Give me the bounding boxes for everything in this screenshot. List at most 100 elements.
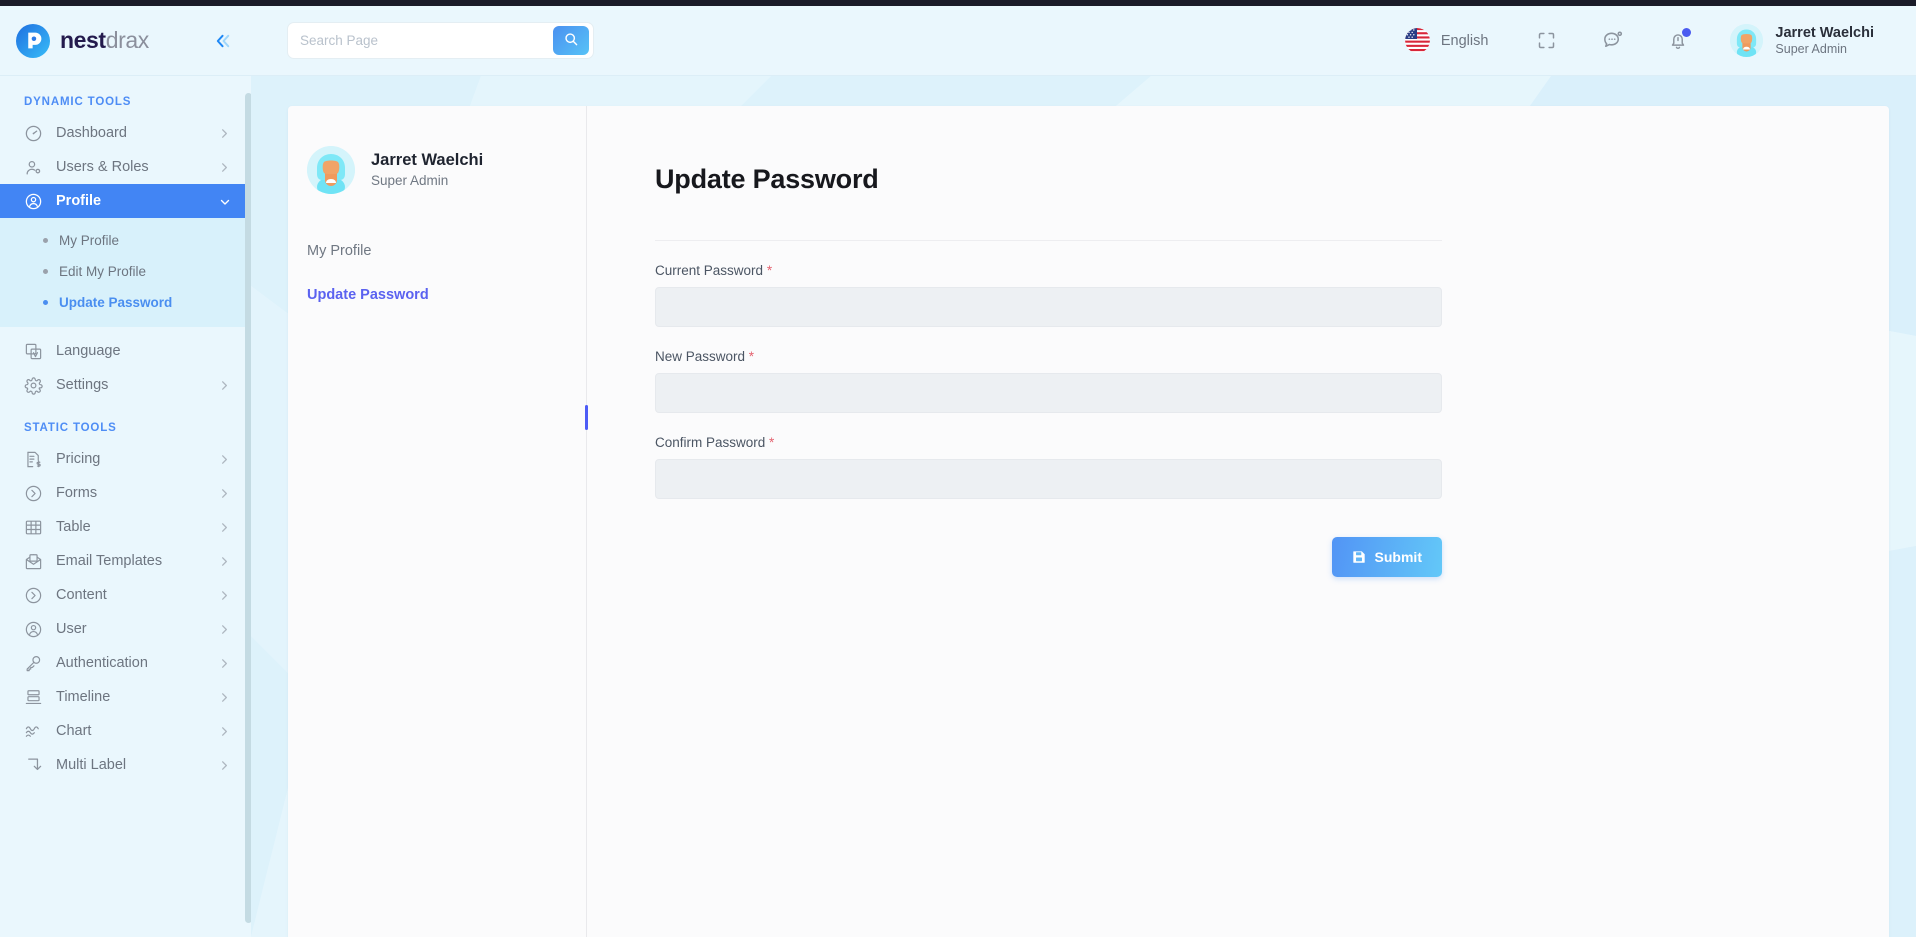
sidebar-item-label: Settings <box>56 377 109 393</box>
sidebar-subitem-update-password[interactable]: Update Password <box>0 287 251 318</box>
search-input[interactable] <box>288 23 553 58</box>
language-icon <box>24 342 43 361</box>
sidebar-item-label: Email Templates <box>56 553 163 569</box>
profile-icon <box>24 192 43 211</box>
header-user-info: Jarret Waelchi Super Admin <box>1775 24 1874 58</box>
chevron-right-icon <box>219 658 230 669</box>
notification-badge <box>1682 27 1692 37</box>
required-asterisk: * <box>769 435 775 450</box>
user-icon <box>24 620 43 639</box>
field-label: New Password * <box>655 349 1442 364</box>
brand-name-bold: nest <box>60 27 106 53</box>
language-label: English <box>1440 32 1489 49</box>
chat-bubble-icon[interactable] <box>1598 27 1626 55</box>
new-password-input[interactable] <box>655 373 1442 413</box>
fullscreen-icon[interactable] <box>1532 27 1560 55</box>
confirm-password-input[interactable] <box>655 459 1442 499</box>
sidebar-section-static-tools: STATIC TOOLS <box>24 422 117 434</box>
sidebar-item-chart[interactable]: Chart <box>0 714 251 748</box>
sidebar-item-timeline[interactable]: Timeline <box>0 680 251 714</box>
nestdrax-logo-icon <box>16 23 50 58</box>
avatar <box>1730 24 1764 57</box>
update-password-form: Update Password Current Password * New P… <box>587 106 1889 937</box>
profile-nav: My Profile Update Password <box>288 229 587 317</box>
header-user-menu[interactable]: Jarret Waelchi Super Admin <box>1730 24 1874 58</box>
chevron-right-icon <box>219 726 230 737</box>
sidebar-item-user[interactable]: User <box>0 612 251 646</box>
sidebar-item-email-templates[interactable]: Email Templates <box>0 544 251 578</box>
sidebar-item-label: Profile <box>56 193 102 209</box>
sidebar-item-content[interactable]: Content <box>0 578 251 612</box>
sidebar-item-label: Timeline <box>56 689 111 705</box>
settings-icon <box>24 376 43 395</box>
language-selector[interactable]: English <box>1404 28 1489 53</box>
profile-summary: Jarret Waelchi Super Admin <box>288 146 587 194</box>
sidebar-item-label: Language <box>56 343 121 359</box>
search-box[interactable] <box>287 22 594 59</box>
avatar <box>307 146 355 194</box>
sidebar-item-table[interactable]: Table <box>0 510 251 544</box>
chevron-right-icon <box>219 454 230 465</box>
sidebar-item-label: Table <box>56 519 91 535</box>
chevron-double-left-icon[interactable] <box>214 33 233 49</box>
brand-name: nestdrax <box>60 27 149 54</box>
sidebar-item-profile[interactable]: Profile <box>0 184 251 218</box>
multi-label-icon <box>24 756 43 775</box>
submit-button-label: Submit <box>1374 549 1422 565</box>
search-button[interactable] <box>553 26 589 55</box>
profile-nav-my-profile[interactable]: My Profile <box>288 229 587 273</box>
field-label-text: Current Password <box>655 263 764 278</box>
submit-button[interactable]: Submit <box>1331 537 1442 577</box>
sidebar-subitem-my-profile[interactable]: My Profile <box>0 225 251 256</box>
email-template-icon <box>24 552 43 571</box>
page-title: Update Password <box>655 164 879 194</box>
profile-identity: Jarret Waelchi Super Admin <box>371 150 483 190</box>
sidebar-item-language[interactable]: Language <box>0 334 251 368</box>
field-label-text: Confirm Password <box>655 435 766 450</box>
sidebar-item-settings[interactable]: Settings <box>0 368 251 402</box>
sidebar-item-dashboard[interactable]: Dashboard <box>0 116 251 150</box>
sidebar-subitem-label: Edit My Profile <box>59 264 147 279</box>
current-password-input[interactable] <box>655 287 1442 327</box>
sidebar-item-label: Forms <box>56 485 98 501</box>
chevron-right-icon <box>219 590 230 601</box>
sidebar-item-label: Dashboard <box>56 125 127 141</box>
sidebar-item-authentication[interactable]: Authentication <box>0 646 251 680</box>
field-label-text: New Password <box>655 349 746 364</box>
sidebar-item-pricing[interactable]: Pricing <box>0 442 251 476</box>
field-label: Current Password * <box>655 263 1442 278</box>
field-new-password: New Password * <box>655 349 1442 413</box>
sidebar-item-label: Content <box>56 587 107 603</box>
users-roles-icon <box>24 158 43 177</box>
sidebar: nestdrax DYNAMIC TOOLS Dashboard Users &… <box>0 6 251 937</box>
forms-icon <box>24 484 43 503</box>
chevron-right-icon <box>219 128 230 139</box>
sidebar-submenu-profile: My Profile Edit My Profile Update Passwo… <box>0 218 251 327</box>
field-confirm-password: Confirm Password * <box>655 435 1442 499</box>
chevron-right-icon <box>219 556 230 567</box>
sidebar-item-users-roles[interactable]: Users & Roles <box>0 150 251 184</box>
search-icon <box>563 31 579 50</box>
sidebar-item-label: Users & Roles <box>56 159 149 175</box>
required-asterisk: * <box>766 263 773 278</box>
top-header: English <box>251 6 1916 76</box>
chevron-right-icon <box>219 522 230 533</box>
sidebar-subitem-label: Update Password <box>59 295 173 310</box>
chevron-down-icon <box>219 196 230 207</box>
profile-nav-update-password[interactable]: Update Password <box>288 273 587 317</box>
content-icon <box>24 586 43 605</box>
title-divider <box>655 240 1442 241</box>
header-user-name: Jarret Waelchi <box>1775 24 1874 41</box>
sidebar-item-forms[interactable]: Forms <box>0 476 251 510</box>
required-asterisk: * <box>748 349 755 364</box>
chevron-right-icon <box>219 380 230 391</box>
table-icon <box>24 518 43 537</box>
sidebar-item-multi-label[interactable]: Multi Label <box>0 748 251 782</box>
chevron-right-icon <box>219 162 230 173</box>
sidebar-item-label: Multi Label <box>56 757 127 773</box>
bell-icon[interactable] <box>1664 27 1692 55</box>
chevron-right-icon <box>219 692 230 703</box>
chevron-right-icon <box>219 624 230 635</box>
content-card: Jarret Waelchi Super Admin My Profile Up… <box>288 106 1889 937</box>
sidebar-subitem-edit-my-profile[interactable]: Edit My Profile <box>0 256 251 287</box>
